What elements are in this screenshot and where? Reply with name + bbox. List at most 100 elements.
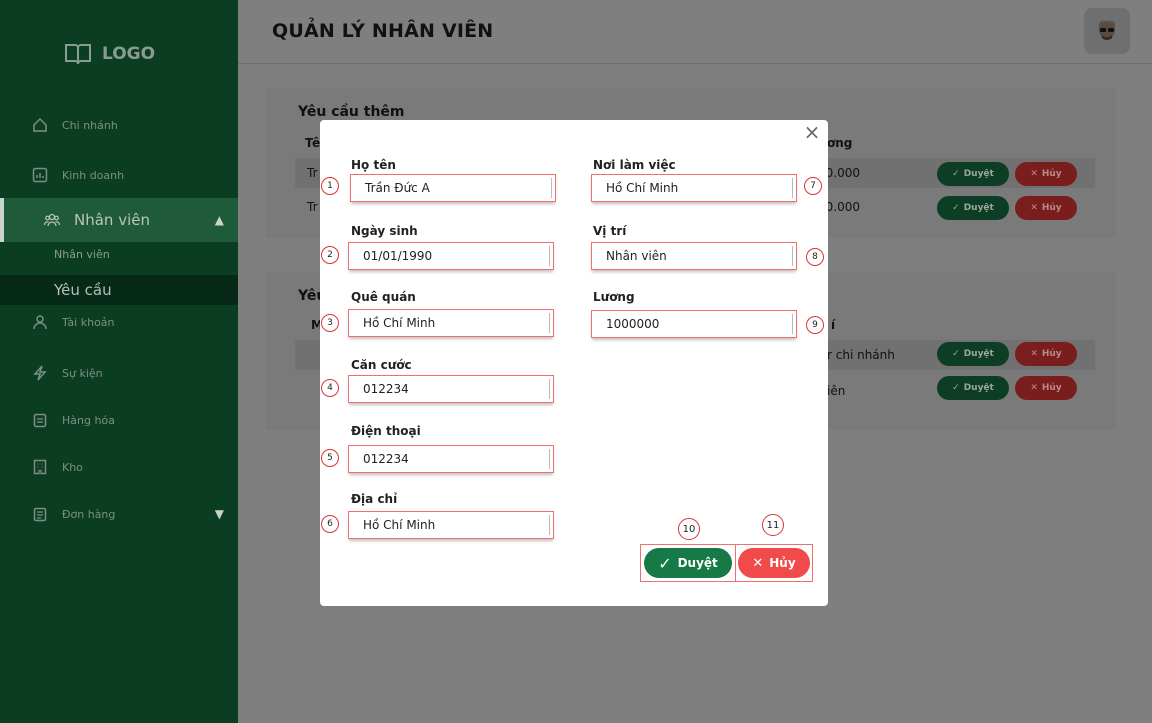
approve-button[interactable]: ✓ Duyệt: [937, 376, 1009, 400]
phone-field[interactable]: 012234: [348, 445, 554, 473]
logo[interactable]: LOGO: [64, 42, 155, 66]
button-label: Hủy: [1041, 203, 1062, 213]
sidebar-item-kho[interactable]: Kho: [0, 452, 238, 482]
close-icon: ✕: [1030, 349, 1038, 359]
sidebar-item-label: Đơn hàng: [62, 507, 116, 521]
annotation-marker: 5: [321, 449, 339, 467]
annotation-marker: 10: [678, 518, 700, 540]
button-label: Duyệt: [963, 383, 994, 393]
home-icon: [33, 117, 47, 132]
field-label: Nơi làm việc: [593, 158, 676, 172]
table-cell: Tr: [307, 166, 318, 180]
book-icon: [65, 44, 91, 65]
user-avatar-icon: [1099, 20, 1115, 40]
field-value: Hồ Chí Minh: [363, 518, 436, 532]
field-label: Họ tên: [351, 158, 396, 172]
close-icon: ✕: [1030, 383, 1038, 393]
full-name-field[interactable]: Trần Đức A: [350, 174, 556, 202]
check-icon: ✓: [952, 383, 960, 393]
field-value: 1000000: [606, 317, 660, 331]
sidebar-item-su-kien[interactable]: Sự kiện: [0, 358, 238, 388]
sidebar-item-label: Chi nhánh: [62, 118, 118, 132]
field-label: Căn cước: [351, 358, 412, 372]
field-label: Điện thoại: [351, 424, 421, 438]
approve-button[interactable]: ✓ Duyệt: [937, 162, 1009, 186]
workplace-field[interactable]: Hồ Chí Minh: [591, 174, 797, 202]
sidebar-item-don-hang[interactable]: Đơn hàng ▼: [0, 499, 238, 529]
clipboard-icon: [33, 413, 47, 428]
check-icon: ✓: [952, 203, 960, 213]
field-label: Lương: [593, 290, 635, 304]
id-card-field[interactable]: 012234: [348, 375, 554, 403]
hometown-field[interactable]: Hồ Chí Minh: [348, 309, 554, 337]
card-title: Yêu cầu thêm: [298, 104, 405, 120]
check-icon: ✓: [658, 553, 672, 573]
sidebar-subitem-nhan-vien[interactable]: Nhân viên: [0, 248, 238, 261]
close-icon[interactable]: ×: [802, 122, 822, 142]
sidebar-item-label: Kinh doanh: [62, 168, 125, 182]
chevron-up-icon[interactable]: ▲: [215, 213, 224, 227]
button-label: Duyệt: [963, 203, 994, 213]
users-icon: [44, 213, 60, 227]
address-field[interactable]: Hồ Chí Minh: [348, 511, 554, 539]
column-header: í: [831, 318, 836, 332]
position-field[interactable]: Nhân viên: [591, 242, 797, 270]
sidebar: LOGO Chi nhánh Kinh doanh Nhân viên ▲ Nh…: [0, 0, 238, 723]
annotation-marker: 8: [806, 248, 824, 266]
annotation-marker: 3: [321, 314, 339, 332]
approve-button[interactable]: ✓ Duyệt: [644, 548, 732, 578]
field-label: Địa chỉ: [351, 492, 398, 506]
field-label: Vị trí: [593, 224, 627, 238]
annotation-marker: 9: [806, 316, 824, 334]
sidebar-item-label: Tài khoản: [62, 315, 115, 329]
avatar[interactable]: [1084, 8, 1130, 54]
button-label: Hủy: [769, 556, 796, 570]
account-icon: [33, 315, 47, 330]
sidebar-item-chi-nhanh[interactable]: Chi nhánh: [0, 110, 238, 140]
sidebar-item-tai-khoan[interactable]: Tài khoản: [0, 307, 238, 337]
chart-icon: [32, 167, 48, 183]
field-value: Trần Đức A: [365, 181, 430, 195]
employee-request-modal: × Họ tên 1 Trần Đức A Ngày sinh 2 01/01/…: [320, 120, 828, 606]
cancel-button[interactable]: ✕ Hủy: [1015, 162, 1077, 186]
sidebar-item-kinh-doanh[interactable]: Kinh doanh: [0, 160, 238, 190]
approve-button[interactable]: ✓ Duyệt: [937, 342, 1009, 366]
table-cell: iên: [827, 384, 846, 398]
field-label: Quê quán: [351, 290, 416, 304]
cancel-button[interactable]: ✕ Hủy: [1015, 196, 1077, 220]
lightning-icon: [33, 365, 47, 381]
salary-field[interactable]: 1000000: [591, 310, 797, 338]
sidebar-item-hang-hoa[interactable]: Hàng hóa: [0, 405, 238, 435]
sidebar-item-label: Nhân viên: [74, 211, 150, 229]
button-label: Hủy: [1041, 349, 1062, 359]
cancel-button[interactable]: ✕ Hủy: [1015, 342, 1077, 366]
button-label: Duyệt: [963, 349, 994, 359]
annotation-marker: 2: [321, 246, 339, 264]
sidebar-item-label: Hàng hóa: [62, 413, 115, 427]
check-icon: ✓: [952, 349, 960, 359]
column-header: ơng: [827, 136, 853, 150]
close-icon: ✕: [752, 555, 764, 571]
top-bar: QUẢN LÝ NHÂN VIÊN: [238, 0, 1152, 64]
field-value: 012234: [363, 382, 409, 396]
button-label: Duyệt: [963, 169, 994, 179]
column-header: Tê: [305, 136, 321, 150]
close-icon: ✕: [1030, 169, 1038, 179]
field-value: Hồ Chí Minh: [363, 316, 436, 330]
table-cell: Tr: [307, 200, 318, 214]
birth-date-field[interactable]: 01/01/1990: [348, 242, 554, 270]
field-label: Ngày sinh: [351, 224, 418, 238]
field-value: 012234: [363, 452, 409, 466]
close-icon: ✕: [1030, 203, 1038, 213]
cancel-button[interactable]: ✕ Hủy: [738, 548, 810, 578]
approve-button[interactable]: ✓ Duyệt: [937, 196, 1009, 220]
cancel-button[interactable]: ✕ Hủy: [1015, 376, 1077, 400]
button-label: Hủy: [1041, 169, 1062, 179]
logo-text: LOGO: [102, 44, 156, 64]
sidebar-item-nhan-vien[interactable]: Nhân viên ▲: [0, 198, 238, 242]
chevron-down-icon[interactable]: ▼: [215, 507, 224, 521]
sidebar-item-label: Kho: [62, 460, 83, 474]
annotation-marker: 7: [804, 177, 822, 195]
button-label: Hủy: [1041, 383, 1062, 393]
sidebar-subitem-yeu-cau[interactable]: Yêu cầu: [0, 275, 238, 305]
